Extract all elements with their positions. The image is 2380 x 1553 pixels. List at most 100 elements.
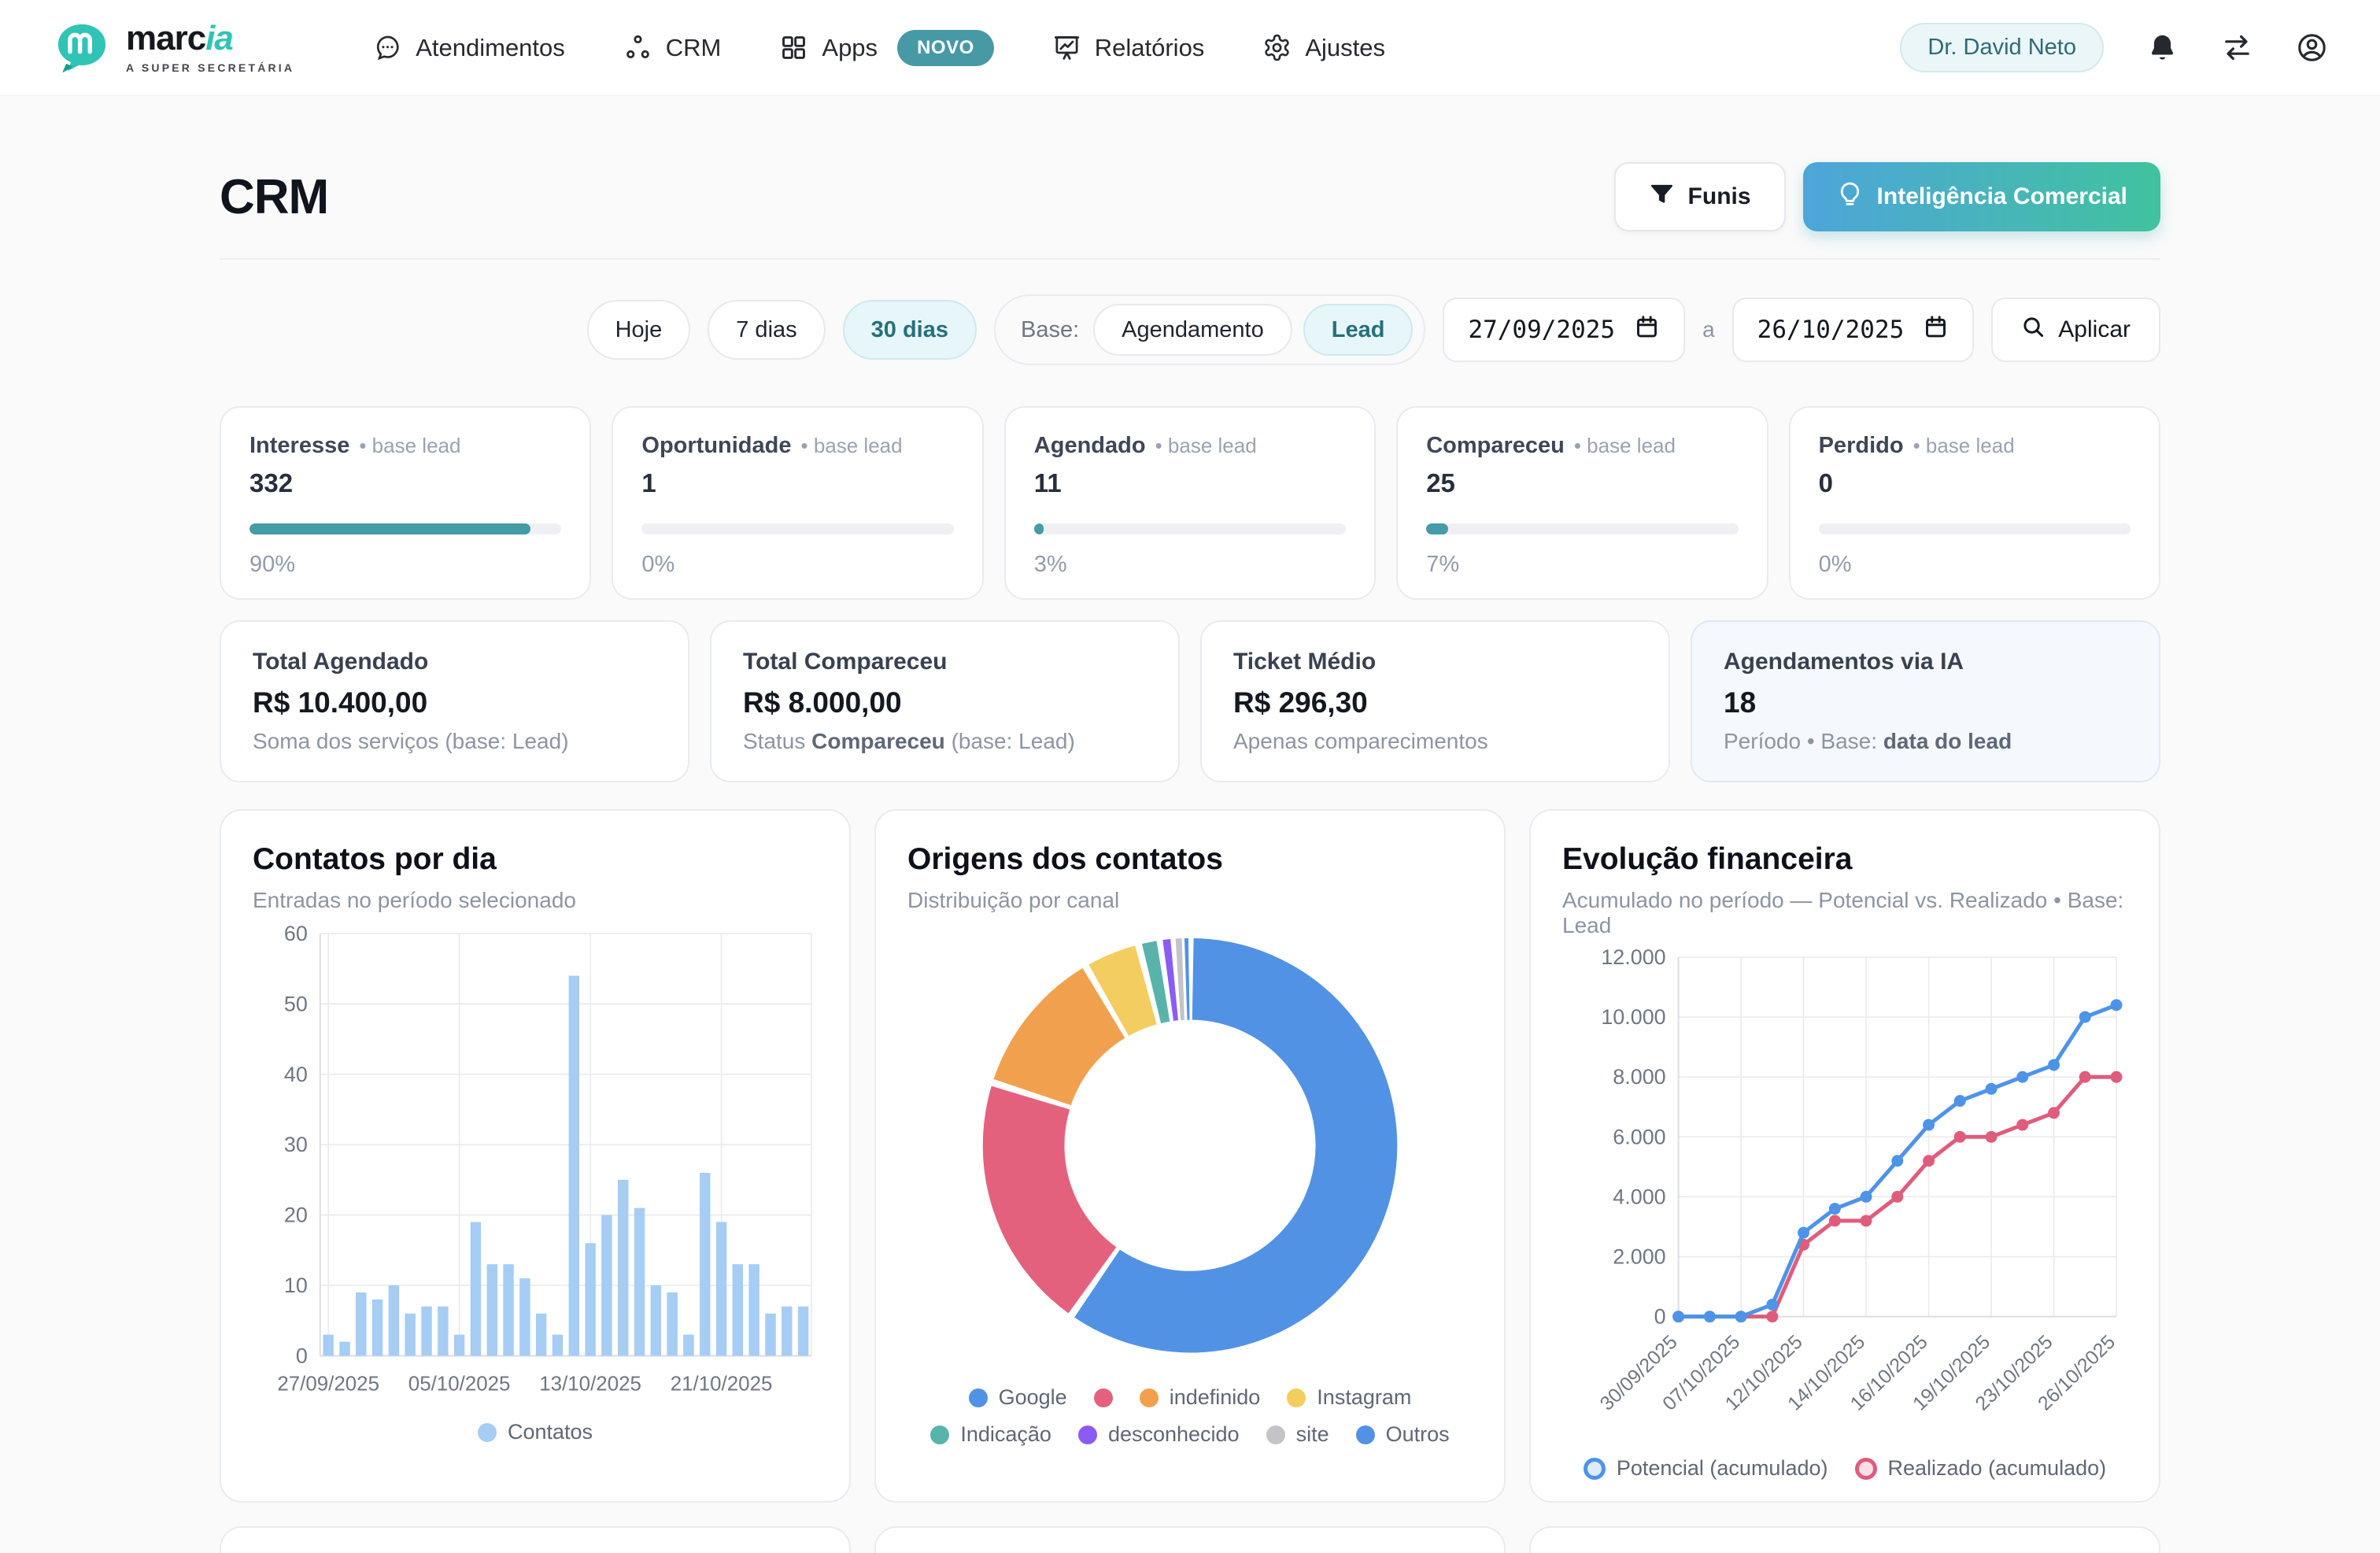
notifications-bell-icon[interactable]	[2146, 31, 2179, 64]
legend-item-google[interactable]: Google	[969, 1385, 1067, 1410]
summary-card-title: Total Compareceu	[743, 649, 1147, 675]
svg-text:0: 0	[1654, 1305, 1666, 1329]
current-user-pill[interactable]: Dr. David Neto	[1900, 23, 2104, 72]
summary-card-total-compareceu: Total CompareceuR$ 8.000,00Status Compar…	[710, 620, 1180, 782]
chart-title: Evolução financeira	[1562, 842, 2127, 877]
summary-card-ticket-medio: Ticket MédioR$ 296,30Apenas comparecimen…	[1200, 620, 1670, 782]
page-actions: Funis Inteligência Comercial	[1614, 162, 2160, 231]
summary-card-subtitle: Status Compareceu (base: Lead)	[743, 729, 1147, 754]
inteligencia-comercial-label: Inteligência Comercial	[1877, 183, 2127, 210]
nodes-icon	[623, 33, 652, 62]
svg-text:0: 0	[296, 1344, 308, 1367]
nav-item-crm[interactable]: CRM	[623, 33, 722, 62]
chart-subtitle: Distribuição por canal	[907, 888, 1473, 913]
funnel-card-percent: 7%	[1426, 552, 1738, 578]
svg-text:13/10/2025: 13/10/2025	[539, 1373, 641, 1395]
top-navigation-bar: marcia A SUPER SECRETÁRIA Atendimentos CR…	[0, 0, 2380, 96]
legend-item-site[interactable]: site	[1266, 1422, 1329, 1447]
funnel-card-value: 1	[641, 468, 953, 498]
date-to-value: 26/10/2025	[1757, 316, 1905, 344]
legend-marker	[1094, 1388, 1113, 1407]
legend-label: Google	[999, 1385, 1067, 1410]
quick-filter-hoje[interactable]: Hoje	[587, 300, 691, 360]
gear-icon	[1262, 33, 1292, 62]
funnel-card-percent: 0%	[641, 552, 953, 578]
legend-item-outros[interactable]: Outros	[1356, 1422, 1450, 1447]
funnel-progress-track	[1426, 523, 1738, 534]
summary-cards-row: Total AgendadoR$ 10.400,00Soma dos servi…	[220, 620, 2160, 782]
grid-icon	[779, 33, 808, 62]
legend-item-indefinido[interactable]: indefinido	[1140, 1385, 1261, 1410]
inteligencia-comercial-button[interactable]: Inteligência Comercial	[1803, 162, 2160, 231]
funnel-progress-track	[1819, 523, 2131, 534]
legend-item-potencial-acumulado[interactable]: Potencial (acumulado)	[1584, 1456, 1828, 1481]
legend-label: Potencial (acumulado)	[1617, 1456, 1828, 1481]
funnel-progress-track	[249, 523, 561, 534]
svg-text:05/10/2025: 05/10/2025	[408, 1373, 511, 1395]
legend-item-contatos[interactable]: Contatos	[478, 1420, 593, 1444]
base-option-lead[interactable]: Lead	[1303, 304, 1414, 356]
origens-dos-contatos-chart	[907, 919, 1473, 1374]
legend-label: Indicação	[960, 1422, 1051, 1447]
funnel-card-meta: • base lead	[1913, 434, 2015, 458]
date-from-input[interactable]: 27/09/2025	[1443, 298, 1685, 362]
legend-item-desconhecido[interactable]: desconhecido	[1078, 1422, 1240, 1447]
search-icon	[2021, 315, 2046, 346]
legend-marker	[1140, 1388, 1159, 1407]
date-from-value: 27/09/2025	[1468, 316, 1615, 344]
legend-item-item[interactable]	[1094, 1388, 1113, 1407]
nav-item-apps[interactable]: AppsNOVO	[779, 30, 993, 66]
chart-legend: Google indefinido Instagram	[907, 1385, 1473, 1410]
svg-text:30: 30	[284, 1133, 308, 1156]
funnel-card-title: Perdido	[1819, 433, 1904, 459]
funnel-stats-row: Interesse• base lead33290%Oportunidade• …	[220, 406, 2160, 600]
page-header-row: CRM Funis Inteligência Comercial	[220, 162, 2160, 231]
nav-item-relatorios[interactable]: Relatórios	[1052, 33, 1205, 62]
apply-button[interactable]: Aplicar	[1991, 298, 2160, 362]
chart-subtitle: Acumulado no período — Potencial vs. Rea…	[1562, 888, 2127, 938]
legend-label: Outros	[1386, 1422, 1450, 1447]
title-divider	[220, 258, 2160, 260]
chart-title: Contatos por dia	[253, 842, 818, 877]
nav-label: Ajustes	[1305, 34, 1385, 62]
funnel-card-value: 0	[1819, 468, 2131, 498]
main-nav: Atendimentos CRM AppsNOVO Relatórios Ajustes	[373, 30, 1900, 66]
legend-label: indefinido	[1170, 1385, 1261, 1410]
funnel-card-percent: 90%	[249, 552, 561, 578]
legend-item-indicacao[interactable]: Indicação	[930, 1422, 1051, 1447]
nav-item-ajustes[interactable]: Ajustes	[1262, 33, 1385, 62]
legend-label: desconhecido	[1108, 1422, 1240, 1447]
summary-card-title: Ticket Médio	[1233, 649, 1637, 675]
legend-item-instagram[interactable]: Instagram	[1287, 1385, 1411, 1410]
legend-item-realizado-acumulado[interactable]: Realizado (acumulado)	[1855, 1456, 2107, 1481]
filter-row: Hoje7 dias30 dias Base: AgendamentoLead …	[220, 294, 2160, 365]
user-account-icon[interactable]	[2296, 31, 2328, 64]
funnel-progress-fill	[1426, 523, 1448, 534]
chart-subtitle: Entradas no período selecionado	[253, 888, 818, 913]
funnel-card-value: 11	[1034, 468, 1346, 498]
funnel-card-title: Compareceu	[1426, 433, 1565, 459]
svg-text:40: 40	[284, 1063, 308, 1086]
svg-text:12.000: 12.000	[1601, 945, 1665, 969]
funnel-progress-track	[641, 523, 953, 534]
quick-filter-30-dias[interactable]: 30 dias	[843, 300, 977, 360]
page-title: CRM	[220, 169, 328, 225]
nav-label: Relatórios	[1095, 34, 1205, 62]
funis-button[interactable]: Funis	[1614, 162, 1786, 231]
summary-card-value: R$ 10.400,00	[253, 686, 656, 719]
legend-marker	[478, 1423, 497, 1442]
date-to-input[interactable]: 26/10/2025	[1732, 298, 1975, 362]
funnel-card-perdido: Perdido• base lead00%	[1789, 406, 2160, 600]
summary-card-total-agendado: Total AgendadoR$ 10.400,00Soma dos servi…	[220, 620, 689, 782]
base-option-agendamento[interactable]: Agendamento	[1093, 304, 1292, 356]
brand-logo[interactable]: marcia A SUPER SECRETÁRIA	[52, 18, 294, 78]
funnel-card-compareceu: Compareceu• base lead257%	[1396, 406, 1768, 600]
nav-item-atendimentos[interactable]: Atendimentos	[373, 33, 565, 62]
base-filter-label: Base:	[1021, 317, 1079, 343]
funnel-card-oportunidade: Oportunidade• base lead10%	[612, 406, 983, 600]
evolucao-financeira-chart: 02.0004.0006.0008.00010.00012.00030/09/2…	[1562, 945, 2127, 1455]
svg-text:20: 20	[284, 1204, 308, 1227]
switch-account-icon[interactable]	[2221, 31, 2253, 64]
summary-card-agendamentos-via-ia: Agendamentos via IA18Período • Base: dat…	[1691, 620, 2160, 782]
quick-filter-7-dias[interactable]: 7 dias	[708, 300, 825, 360]
